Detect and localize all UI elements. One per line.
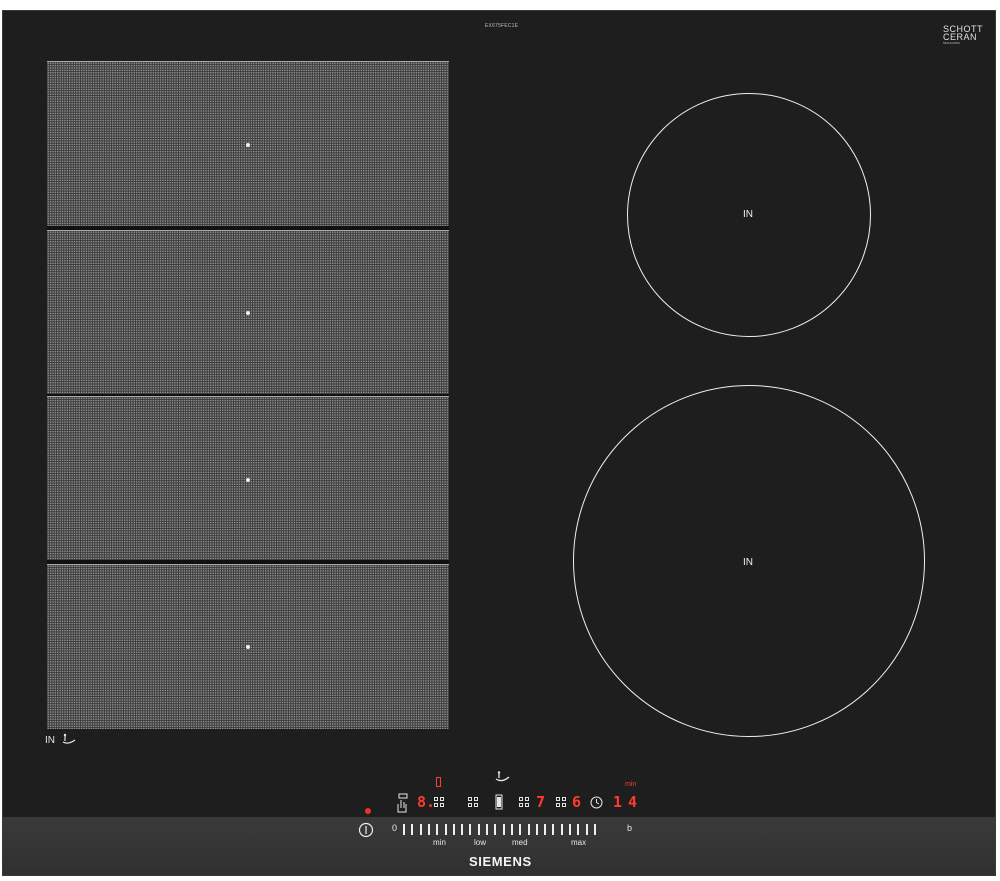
- slider-label-min: min: [433, 838, 446, 847]
- zone-center-dot: [246, 143, 250, 147]
- slider-tick[interactable]: [444, 824, 447, 835]
- slider-tick[interactable]: [519, 824, 522, 835]
- slider-boost-label[interactable]: b: [627, 823, 632, 833]
- power-display-3: 6: [572, 793, 582, 811]
- timer-clock-icon[interactable]: [590, 796, 603, 809]
- slider-tick[interactable]: [569, 824, 571, 835]
- timer-display: 14: [613, 793, 644, 811]
- zone-center-dot: [246, 311, 250, 315]
- glass-brand-logo: SCHOTT CERAN 5601464059: [943, 25, 983, 46]
- slider-tick[interactable]: [527, 824, 530, 835]
- zone-center-dot: [246, 645, 250, 649]
- slider-label-med: med: [512, 838, 528, 847]
- slider-tick[interactable]: [411, 824, 414, 835]
- slider-tick[interactable]: [427, 824, 430, 835]
- slider-tick[interactable]: [552, 824, 555, 835]
- slider-tick[interactable]: [577, 824, 580, 835]
- zone-select-grid-icon[interactable]: [434, 797, 445, 808]
- zone-indicator-bar: [436, 777, 441, 787]
- slider-tick[interactable]: [535, 824, 538, 835]
- zone-select-grid-icon[interactable]: [519, 797, 530, 808]
- glass-brand-line2: CERAN: [943, 32, 978, 42]
- slider-tick[interactable]: [469, 824, 472, 835]
- power-display-2: 7: [536, 793, 546, 811]
- slider-zero-label[interactable]: 0: [392, 823, 397, 833]
- cooking-zone-small-label: IN: [743, 209, 753, 220]
- flex-zone-segment-3[interactable]: [47, 396, 449, 561]
- slider-tick[interactable]: [419, 824, 422, 835]
- slider-tick[interactable]: [403, 824, 405, 835]
- flex-zone-segment-4[interactable]: [47, 564, 449, 729]
- wipe-protection-icon[interactable]: [396, 792, 412, 814]
- slider-tick[interactable]: [486, 824, 488, 835]
- zone-select-grid-icon[interactable]: [556, 797, 567, 808]
- timer-unit: min: [625, 781, 637, 788]
- slider-tick[interactable]: [585, 824, 588, 835]
- zone-select-grid-icon[interactable]: [468, 797, 479, 808]
- flex-zone-select-icon[interactable]: [494, 794, 504, 810]
- model-code: EX675FEC1E: [485, 23, 519, 29]
- pan-sensor-icon: [62, 733, 76, 744]
- power-indicator-light: [365, 808, 371, 814]
- brand-logo: SIEMENS: [469, 854, 532, 869]
- cooking-zone-large-label: IN: [743, 557, 753, 568]
- slider-tick[interactable]: [560, 824, 563, 835]
- slider-tick[interactable]: [593, 824, 596, 835]
- power-display-1: 8.: [417, 793, 436, 811]
- flex-zone-segment-1[interactable]: [47, 61, 449, 226]
- slider-tick[interactable]: [477, 824, 480, 835]
- slider-tick[interactable]: [510, 824, 513, 835]
- zone-center-dot: [246, 478, 250, 482]
- slider-tick[interactable]: [544, 824, 547, 835]
- slider-tick[interactable]: [494, 824, 497, 835]
- slider-tick[interactable]: [502, 824, 505, 835]
- power-button-icon[interactable]: [358, 822, 374, 838]
- slider-tick[interactable]: [452, 824, 455, 835]
- slider-label-max: max: [571, 838, 587, 847]
- flex-zone-segment-2[interactable]: [47, 230, 449, 395]
- pan-sensor-icon[interactable]: [493, 771, 511, 783]
- slider-tick[interactable]: [436, 824, 439, 835]
- cooktop-panel: EX675FEC1E SCHOTT CERAN 5601464059 IN IN…: [2, 10, 996, 876]
- slider-tick[interactable]: [461, 824, 464, 835]
- slider-label-low: low: [474, 838, 487, 847]
- flex-zone-label: IN: [45, 735, 55, 746]
